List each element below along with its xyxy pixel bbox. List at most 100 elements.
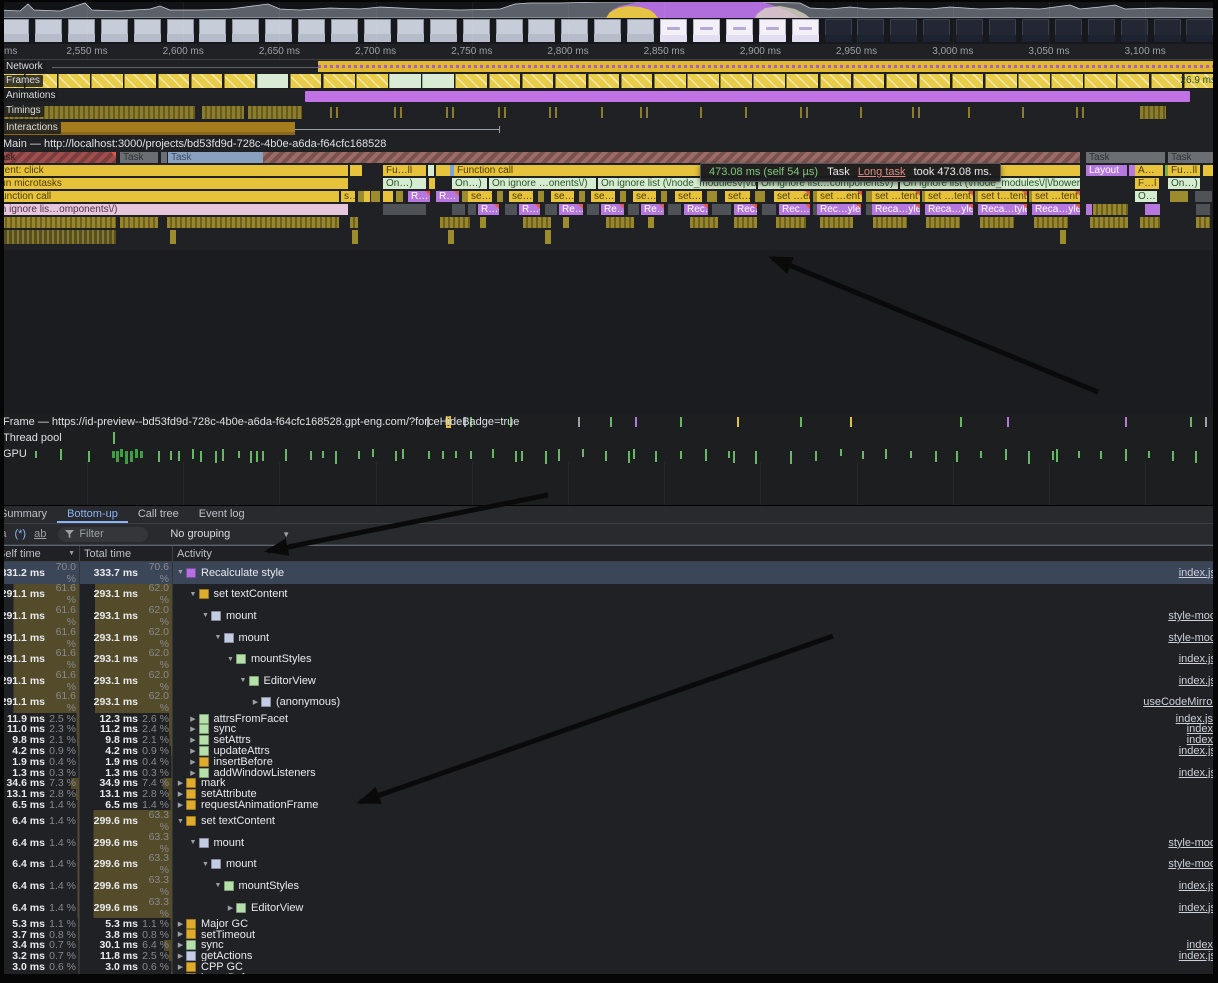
gpu-activity-tick[interactable] <box>395 451 397 461</box>
gpu-activity-tick[interactable] <box>790 451 792 464</box>
track-animations[interactable]: Animations <box>0 89 1218 104</box>
frame-block[interactable] <box>191 74 223 88</box>
table-row[interactable]: 291.1 ms61.6 %293.1 ms62.0 %▼set textCon… <box>0 584 1218 606</box>
gpu-activity-tick[interactable] <box>1172 451 1174 461</box>
flame-segment[interactable] <box>364 191 370 202</box>
frame-block[interactable] <box>1018 74 1050 88</box>
gpu-activity-tick[interactable] <box>582 449 584 457</box>
filmstrip-thumbnail[interactable] <box>1186 19 1213 42</box>
trace-event-tick[interactable] <box>1125 417 1127 427</box>
gpu-activity-tick[interactable] <box>35 451 37 458</box>
flame-segment[interactable] <box>1145 204 1160 215</box>
filmstrip-thumbnail[interactable] <box>726 19 753 42</box>
expand-arrow-icon[interactable]: ▶ <box>188 736 199 744</box>
flame-segment[interactable] <box>480 217 486 228</box>
frame-block[interactable] <box>1084 74 1116 88</box>
flame-segment[interactable]: F…l <box>1135 178 1159 189</box>
source-location-link[interactable]: index.js <box>1179 902 1216 914</box>
main-thread-flamechart[interactable]: TaskTaskTaskTaskTaskEvent: clickFu…llFun… <box>0 152 1218 250</box>
source-location-link[interactable]: style-mod <box>1168 610 1216 622</box>
flame-segment[interactable] <box>452 204 465 215</box>
frame-block[interactable] <box>621 74 653 88</box>
flame-segment[interactable] <box>712 204 731 215</box>
gpu-activity-tick[interactable] <box>442 451 444 459</box>
collapse-arrow-icon[interactable]: ▼ <box>225 656 236 663</box>
flame-segment[interactable] <box>429 178 435 189</box>
frame-block[interactable] <box>853 74 885 88</box>
gpu-activity-tick[interactable] <box>178 451 180 461</box>
expand-arrow-icon[interactable]: ▶ <box>250 698 261 706</box>
frame-block[interactable] <box>654 74 686 88</box>
flame-segment[interactable] <box>734 217 757 228</box>
table-row[interactable]: 3.7 ms0.8 %3.8 ms0.8 %▶setTimeout <box>0 929 1218 940</box>
track-thread-pool[interactable]: Thread pool <box>0 430 1218 446</box>
flame-segment[interactable] <box>579 191 585 202</box>
table-row[interactable]: 1.3 ms0.3 %1.3 ms0.3 %▶addWindowListener… <box>0 767 1218 778</box>
frame-block[interactable] <box>753 74 785 88</box>
flame-segment[interactable] <box>926 217 960 228</box>
filmstrip-thumbnail[interactable] <box>298 19 325 42</box>
track-network[interactable]: Network <box>0 60 1218 74</box>
filmstrip-thumbnail[interactable] <box>265 19 292 42</box>
timing-marker[interactable] <box>1022 107 1024 118</box>
frame-block[interactable] <box>687 74 719 88</box>
timing-marker-cluster[interactable] <box>202 106 244 119</box>
filmstrip-thumbnail[interactable] <box>989 19 1016 42</box>
table-row[interactable]: 6.4 ms1.4 %299.6 ms63.3 %▼mountstyle-mod <box>0 854 1218 876</box>
flame-segment[interactable] <box>1203 165 1218 176</box>
gpu-activity-tick[interactable] <box>285 449 287 461</box>
expand-arrow-icon[interactable]: ▶ <box>175 779 186 787</box>
flame-segment[interactable]: se…t <box>509 191 533 202</box>
trace-event-tick[interactable] <box>680 417 682 427</box>
filmstrip-thumbnail[interactable] <box>923 19 950 42</box>
flame-segment[interactable] <box>505 204 517 215</box>
timing-marker[interactable] <box>1082 107 1084 118</box>
gpu-activity-tick[interactable] <box>840 449 842 456</box>
frame-block[interactable] <box>323 74 355 88</box>
flame-segment[interactable] <box>1195 191 1212 202</box>
gpu-activity-tick[interactable] <box>112 451 115 458</box>
flame-segment[interactable] <box>1196 204 1210 215</box>
flame-segment[interactable] <box>263 152 1080 163</box>
timing-marker[interactable] <box>1076 107 1078 118</box>
flame-segment[interactable]: Re…le <box>641 204 664 215</box>
frame-block[interactable] <box>886 74 918 88</box>
flame-segment[interactable] <box>661 191 667 202</box>
source-location-link[interactable]: index.js <box>1179 567 1216 579</box>
gpu-activity-tick[interactable] <box>628 451 630 463</box>
flame-segment[interactable] <box>468 204 476 215</box>
table-row[interactable]: 6.4 ms1.4 %299.6 ms63.3 %▼set textConten… <box>0 810 1218 832</box>
flame-segment[interactable] <box>980 217 1014 228</box>
gpu-activity-tick[interactable] <box>310 451 312 460</box>
collapse-arrow-icon[interactable]: ▼ <box>238 677 249 684</box>
source-location-link[interactable]: index.js <box>1179 767 1216 778</box>
timeline-ruler[interactable]: ms2,550 ms2,600 ms2,650 ms2,700 ms2,750 … <box>0 44 1218 60</box>
flame-segment[interactable] <box>0 217 116 228</box>
collapse-arrow-icon[interactable]: ▼ <box>200 861 211 868</box>
flame-segment[interactable] <box>620 191 626 202</box>
flame-segment[interactable] <box>383 191 393 202</box>
flame-segment[interactable]: s…t <box>341 191 355 202</box>
frame-block[interactable] <box>58 74 90 88</box>
flame-segment[interactable]: Fu…ll <box>1168 165 1200 176</box>
flame-segment[interactable]: Task <box>120 152 158 163</box>
table-row[interactable]: 331.2 ms70.0 %333.7 ms70.6 %▼Recalculate… <box>0 562 1218 584</box>
timing-marker[interactable] <box>918 107 920 118</box>
gpu-activity-tick[interactable] <box>116 451 119 462</box>
flame-segment[interactable]: On…) <box>383 178 426 189</box>
filmstrip-thumbnail[interactable] <box>463 19 490 42</box>
filmstrip-thumbnail[interactable] <box>890 19 917 42</box>
gpu-activity-tick[interactable] <box>215 451 217 463</box>
gpu-activity-tick[interactable] <box>705 449 707 461</box>
track-gpu[interactable]: GPU <box>0 446 1218 462</box>
timing-marker[interactable] <box>400 107 402 118</box>
filmstrip-thumbnail[interactable] <box>1154 19 1181 42</box>
collapse-arrow-icon[interactable]: ▼ <box>175 818 186 825</box>
gpu-activity-tick[interactable] <box>200 451 202 462</box>
flame-segment[interactable] <box>356 165 362 176</box>
flame-segment[interactable]: Reca…yle <box>925 204 973 215</box>
filmstrip-thumbnail[interactable] <box>693 19 720 42</box>
filmstrip-thumbnail[interactable] <box>857 19 884 42</box>
column-header-total-time[interactable]: Total time <box>80 546 173 561</box>
source-location-link[interactable]: index. <box>1187 735 1216 746</box>
